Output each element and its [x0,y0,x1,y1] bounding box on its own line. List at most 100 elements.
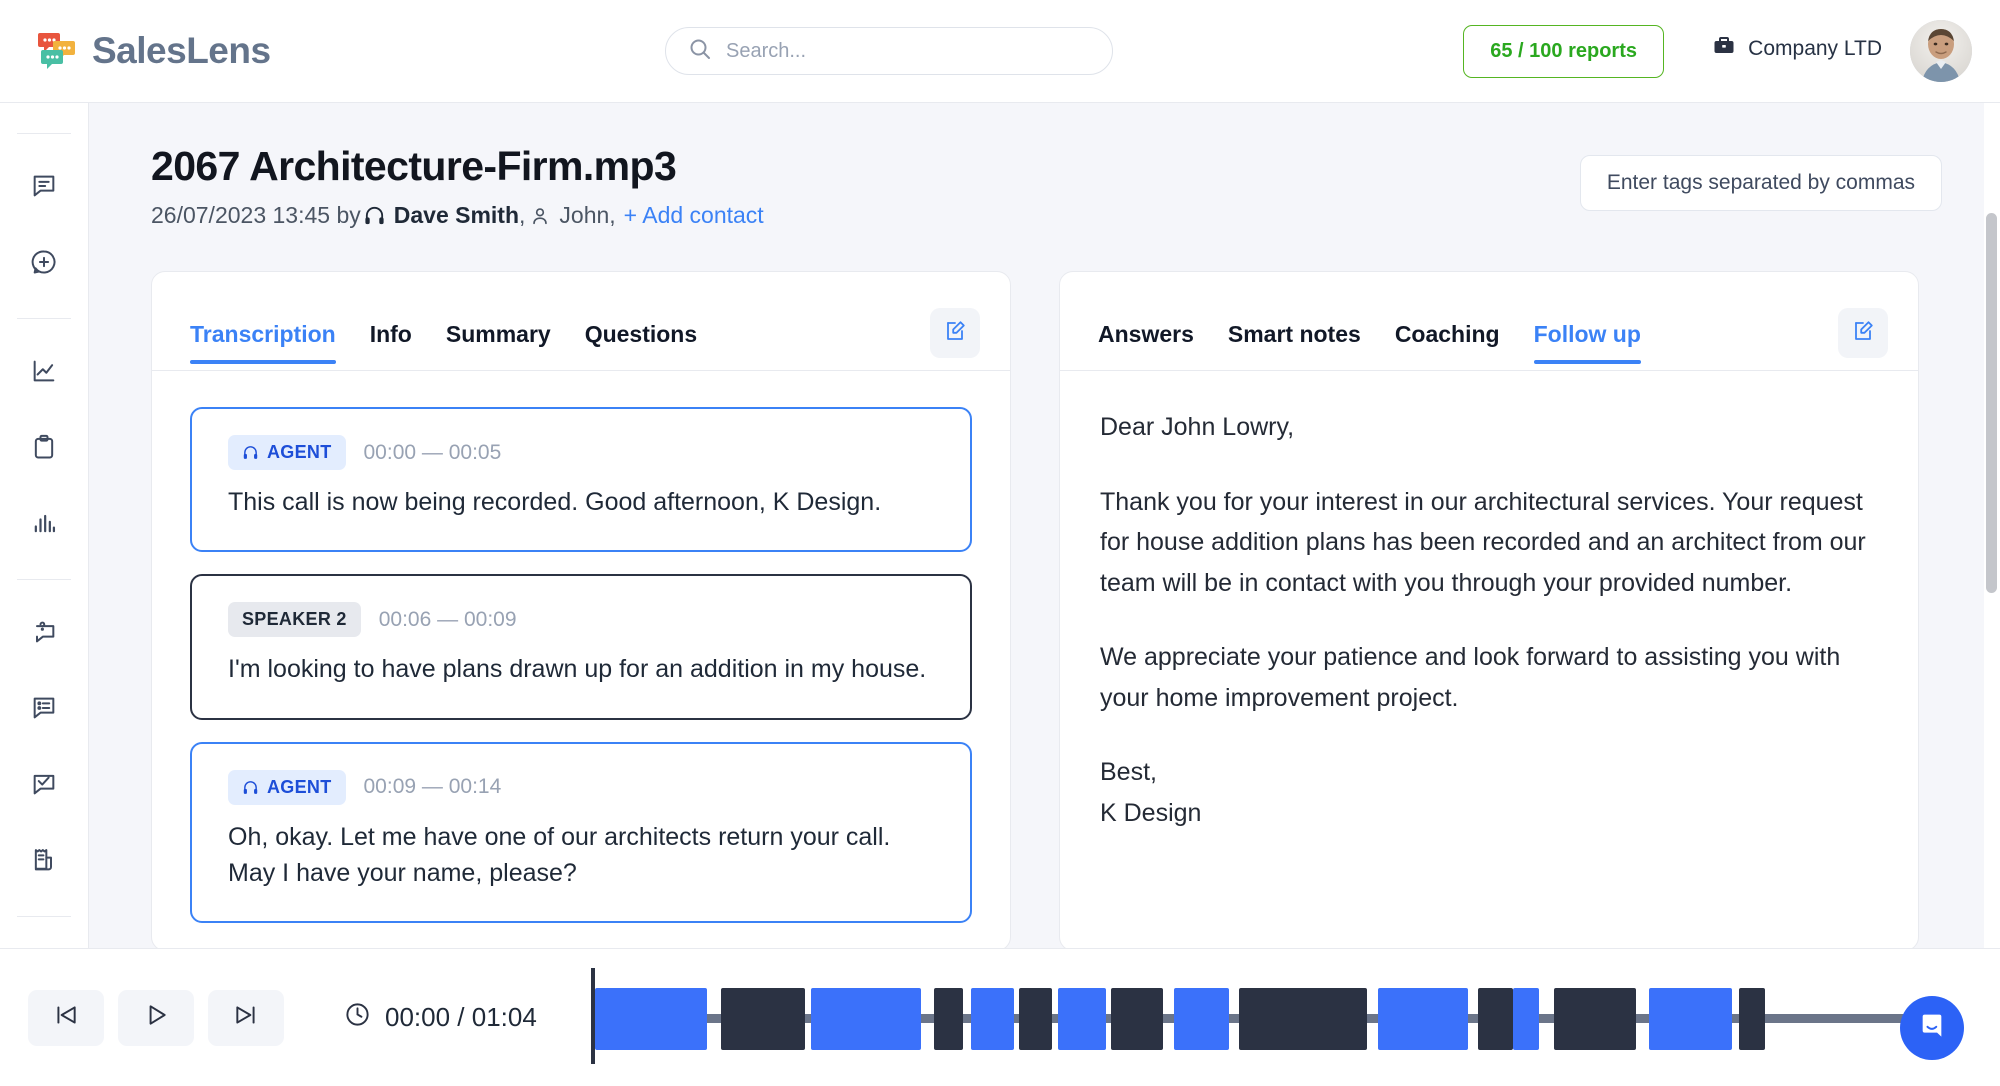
search-icon [688,37,712,66]
play-icon [143,1002,169,1033]
left-sidebar [0,103,89,1086]
bar-chart-icon [30,509,58,542]
waveform-segment-speaker[interactable] [1238,987,1367,1050]
sidebar-item-reports[interactable] [14,419,74,479]
bubble-timestamp: 00:09 — 00:14 [363,775,502,798]
letter-signature: K Design [1100,798,1202,827]
waveform-segment-agent[interactable] [1173,987,1229,1050]
waveform-segment-agent[interactable] [594,987,707,1050]
app-header: SalesLens 65 / 100 reports Company LTD [0,0,2000,103]
edit-followup-button[interactable] [1838,308,1888,358]
tab-info[interactable]: Info [370,321,412,364]
skip-back-button[interactable] [28,989,104,1046]
check-bubble-icon [30,770,58,803]
waveform-segment-agent[interactable] [1057,987,1106,1050]
followup-tabs: Answers Smart notes Coaching Follow up [1060,272,1918,364]
followup-letter[interactable]: Dear John Lowry, Thank you for your inte… [1060,371,1918,833]
play-button[interactable] [118,989,194,1046]
waveform-segment-speaker[interactable] [1738,987,1765,1050]
page-header: 2067 Architecture-Firm.mp3 26/07/2023 13… [89,103,2000,229]
sidebar-item-conversations[interactable] [14,158,74,218]
bubble-header: AGENT 00:00 — 00:05 [228,435,934,470]
sidebar-item-notes[interactable] [14,680,74,740]
transcript-bubble[interactable]: AGENT 00:09 — 00:14 Oh, okay. Let me hav… [190,741,972,923]
chat-support-button[interactable] [1900,996,1964,1060]
briefcase-icon [1712,34,1736,64]
call-date: 26/07/2023 13:45 by [151,202,361,228]
sidebar-item-analytics[interactable] [14,343,74,403]
tags-input-button[interactable]: Enter tags separated by commas [1579,155,1942,211]
chat-bubble-icon [1916,1010,1948,1047]
list-bubble-icon [30,694,58,727]
search-input[interactable] [726,39,1090,63]
sidebar-item-documents[interactable] [14,832,74,892]
waveform-segment-speaker[interactable] [1553,987,1636,1050]
edit-pencil-icon [943,319,967,348]
contact-name: John [559,202,610,228]
waveform-segment-speaker[interactable] [1110,987,1163,1050]
meta-comma-2: , [609,202,616,228]
tab-answers[interactable]: Answers [1098,321,1194,364]
audio-player-bar: 00:00 / 01:04 [0,948,2000,1086]
headphones-icon [242,779,259,796]
edit-transcription-button[interactable] [930,308,980,358]
tab-coaching[interactable]: Coaching [1395,321,1500,364]
speaker-badge: AGENT [228,769,346,805]
person-icon [529,205,551,227]
time-display: 00:00 / 01:04 [385,1002,537,1032]
message-bubble-icon [30,172,58,205]
clipboard-icon [30,433,58,466]
audio-waveform[interactable] [590,967,1921,1068]
page-scrollbar[interactable] [1984,103,2000,948]
scrollbar-thumb[interactable] [1986,213,1997,593]
user-avatar[interactable] [1910,20,1972,82]
add-bubble-icon [30,248,58,281]
sidebar-item-coaching[interactable] [14,756,74,816]
waveform-segment-speaker[interactable] [933,987,963,1050]
speaker-badge: AGENT [228,435,346,470]
sidebar-item-add-conversation[interactable] [14,234,74,294]
clock-icon [344,1001,371,1035]
reports-quota-badge[interactable]: 65 / 100 reports [1463,25,1664,78]
speaker-label: SPEAKER 2 [242,609,347,630]
brand-logo-group[interactable]: SalesLens [36,30,271,72]
tab-smart-notes[interactable]: Smart notes [1228,321,1361,364]
waveform-segment-speaker[interactable] [1477,987,1513,1050]
document-icon [30,846,58,879]
waveform-segment-speaker[interactable] [720,987,805,1050]
agent-name: Dave Smith [393,202,520,228]
waveform-segment-agent[interactable] [1512,987,1539,1050]
sidebar-divider [17,579,71,580]
transcript-bubble[interactable]: SPEAKER 2 00:06 — 00:09 I'm looking to h… [190,574,972,720]
brand-name: SalesLens [92,30,271,71]
skip-forward-button[interactable] [208,989,284,1046]
bubble-timestamp: 00:06 — 00:09 [378,607,517,631]
speaker-badge: SPEAKER 2 [228,602,361,638]
sidebar-item-questions[interactable] [14,604,74,664]
tab-follow-up[interactable]: Follow up [1533,321,1642,364]
bubble-text: I'm looking to have plans drawn up for a… [228,655,927,684]
search-bar[interactable] [665,27,1113,75]
playback-time: 00:00 / 01:04 [344,1001,537,1035]
transcript-bubble[interactable]: AGENT 00:00 — 00:05 This call is now bei… [190,407,972,553]
skip-forward-icon [233,1002,259,1033]
waveform-segment-speaker[interactable] [1018,987,1052,1050]
waveform-segment-agent[interactable] [1648,987,1732,1050]
tab-transcription[interactable]: Transcription [190,321,336,364]
transcription-card: Transcription Info Summary Questions AGE… [151,271,1011,948]
bubble-text: This call is now being recorded. Good af… [228,488,882,516]
letter-paragraph-2: We appreciate your patience and look for… [1100,643,1841,712]
sidebar-item-statistics[interactable] [14,495,74,555]
waveform-segment-agent[interactable] [810,987,921,1050]
add-contact-link[interactable]: + Add contact [624,202,764,229]
waveform-segment-agent[interactable] [970,987,1014,1050]
waveform-segment-agent[interactable] [1377,987,1468,1050]
headphones-icon [363,204,386,227]
company-selector[interactable]: Company LTD [1712,34,1882,64]
tab-summary[interactable]: Summary [446,321,551,364]
tab-questions[interactable]: Questions [585,321,697,364]
headphones-icon [242,444,259,461]
sidebar-divider [17,916,71,917]
transcription-tabs: Transcription Info Summary Questions [152,272,1010,364]
question-bubble-icon [30,618,58,651]
